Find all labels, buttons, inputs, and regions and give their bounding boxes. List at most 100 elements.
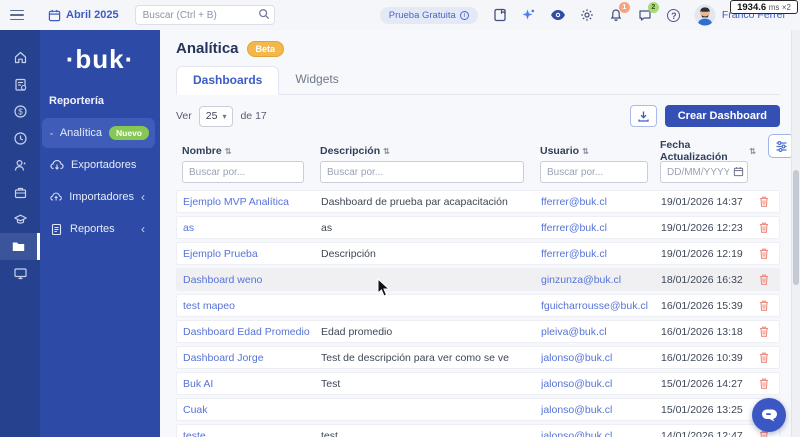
dashboard-description: as <box>321 221 333 234</box>
total-count-label: de 17 <box>240 110 267 122</box>
tab-dashboards[interactable]: Dashboards <box>176 66 280 95</box>
sidebar-item-reportes[interactable]: Reportes ‹ <box>42 214 155 244</box>
dashboard-updated-at: 19/01/2026 12:19 <box>661 247 743 260</box>
ai-sparkle-icon[interactable] <box>521 7 537 23</box>
sidebar-item-analitica[interactable]: Analítica Nuevo <box>42 118 155 148</box>
people-icon[interactable] <box>0 152 40 179</box>
page-size-select[interactable]: 25 ▾ <box>198 105 234 127</box>
home-icon[interactable] <box>0 44 40 71</box>
dashboard-owner-link[interactable]: jalonso@buk.cl <box>541 430 661 437</box>
dashboard-updated-at: 16/01/2026 15:39 <box>661 299 743 312</box>
briefcase-icon[interactable] <box>0 179 40 206</box>
performance-overlay: 1934.6 ms ×2 <box>730 0 798 14</box>
dashboard-owner-link[interactable]: fguicharrousse@buk.cl <box>541 300 661 312</box>
delete-button[interactable] <box>757 377 771 391</box>
search-input[interactable] <box>134 5 275 26</box>
eye-icon[interactable] <box>550 7 566 23</box>
calendar-icon[interactable] <box>733 166 744 177</box>
trial-label: Prueba Gratuita <box>388 9 456 21</box>
table-row[interactable]: Ejemplo MVP Analítica Dashboard de prueb… <box>176 190 780 213</box>
filter-descripcion-input[interactable] <box>320 161 524 183</box>
table-row[interactable]: Ejemplo Prueba Descripción fferrer@buk.c… <box>176 242 780 265</box>
sidebar-item-label: Reportes <box>70 223 115 235</box>
dashboard-owner-link[interactable]: jalonso@buk.cl <box>541 404 661 416</box>
hamburger-menu-icon[interactable] <box>10 9 24 21</box>
notifications-bell-icon[interactable]: 1 <box>608 2 630 23</box>
sort-icon[interactable]: ⇅ <box>225 147 232 156</box>
dashboard-name-link[interactable]: Buk AI <box>183 378 321 390</box>
page-scrollbar[interactable] <box>791 30 800 437</box>
dashboard-name-link[interactable]: test mapeo <box>183 300 321 312</box>
delete-button[interactable] <box>757 221 771 235</box>
clock-icon[interactable] <box>0 125 40 152</box>
delete-button[interactable] <box>757 247 771 261</box>
table-row[interactable]: Dashboard Jorge Test de descripción para… <box>176 346 780 369</box>
sort-icon[interactable]: ⇅ <box>582 147 589 156</box>
scrollbar-thumb[interactable] <box>793 170 799 285</box>
dashboard-name-link[interactable]: Dashboard weno <box>183 274 321 286</box>
module-rail: $ <box>0 30 40 437</box>
dashboard-owner-link[interactable]: fferrer@buk.cl <box>541 222 661 234</box>
filter-usuario-input[interactable] <box>540 161 648 183</box>
create-dashboard-button[interactable]: Crear Dashboard <box>664 105 780 127</box>
dashboard-description: Edad promedio <box>321 325 393 338</box>
dashboard-name-link[interactable]: Dashboard Jorge <box>183 352 321 364</box>
filter-nombre-input[interactable] <box>182 161 304 183</box>
training-icon[interactable] <box>0 206 40 233</box>
table-body: Ejemplo MVP Analítica Dashboard de prueb… <box>176 190 780 437</box>
column-header-nombre[interactable]: Nombre ⇅ <box>182 145 320 157</box>
tasks-icon[interactable] <box>0 71 40 98</box>
table-row[interactable]: Dashboard Edad Promedio Edad promedio pl… <box>176 320 780 343</box>
dashboard-name-link[interactable]: Cuak <box>183 404 321 416</box>
table-row[interactable]: Buk AI Test jalonso@buk.cl 15/01/2026 14… <box>176 372 780 395</box>
monitor-icon[interactable] <box>0 260 40 287</box>
dashboard-name-link[interactable]: Ejemplo Prueba <box>183 248 321 260</box>
dashboard-name-link[interactable]: teste <box>183 430 321 437</box>
trial-badge[interactable]: Prueba Gratuita i <box>379 6 478 24</box>
dashboard-owner-link[interactable]: fferrer@buk.cl <box>541 196 661 208</box>
tabs: Dashboards Widgets <box>176 66 780 95</box>
help-icon[interactable]: ? <box>666 7 682 23</box>
search-icon[interactable] <box>258 8 270 20</box>
money-icon[interactable]: $ <box>0 98 40 125</box>
table-row[interactable]: test mapeo fguicharrousse@buk.cl 16/01/2… <box>176 294 780 317</box>
messages-icon[interactable]: 2 <box>637 2 659 23</box>
table-row[interactable]: Cuak jalonso@buk.cl 15/01/2026 13:25 <box>176 398 780 421</box>
delete-button[interactable] <box>757 325 771 339</box>
dashboard-owner-link[interactable]: fferrer@buk.cl <box>541 248 661 260</box>
dashboard-name-link[interactable]: as <box>183 222 321 234</box>
folder-icon[interactable] <box>0 233 40 260</box>
dashboard-updated-at: 16/01/2026 13:18 <box>661 325 743 338</box>
chat-widget-button[interactable] <box>752 398 786 432</box>
sidebar-item-exportadores[interactable]: Exportadores <box>42 150 155 180</box>
dashboards-table: Nombre ⇅ Descripción ⇅ Usuario ⇅ Fecha Actu… <box>176 134 794 437</box>
dashboard-name-link[interactable]: Ejemplo MVP Analítica <box>183 196 321 208</box>
filter-row <box>176 161 780 183</box>
tab-widgets[interactable]: Widgets <box>279 66 354 94</box>
dashboard-updated-at: 19/01/2026 14:37 <box>661 195 743 208</box>
delete-button[interactable] <box>757 351 771 365</box>
chevron-collapsed-icon[interactable]: ‹ <box>141 222 149 236</box>
dashboard-owner-link[interactable]: jalonso@buk.cl <box>541 378 661 390</box>
period-selector[interactable]: Abril 2025 <box>48 9 119 22</box>
delete-button[interactable] <box>757 273 771 287</box>
column-header-usuario[interactable]: Usuario ⇅ <box>540 145 660 157</box>
column-header-descripcion[interactable]: Descripción ⇅ <box>320 145 540 157</box>
table-row[interactable]: as as fferrer@buk.cl 19/01/2026 12:23 <box>176 216 780 239</box>
delete-button[interactable] <box>757 299 771 313</box>
dashboard-owner-link[interactable]: jalonso@buk.cl <box>541 352 661 364</box>
dashboard-name-link[interactable]: Dashboard Edad Promedio <box>183 326 321 338</box>
download-button[interactable] <box>629 105 657 127</box>
column-header-fecha[interactable]: Fecha Actualización ⇅ <box>660 139 756 163</box>
bookmark-icon[interactable] <box>492 7 508 23</box>
settings-gear-icon[interactable] <box>579 7 595 23</box>
delete-button[interactable] <box>757 195 771 209</box>
sort-icon[interactable]: ⇅ <box>749 147 756 156</box>
sort-icon[interactable]: ⇅ <box>383 147 390 156</box>
table-row[interactable]: Dashboard weno ginzunza@buk.cl 18/01/202… <box>176 268 780 291</box>
dashboard-owner-link[interactable]: pleiva@buk.cl <box>541 326 661 338</box>
dashboard-owner-link[interactable]: ginzunza@buk.cl <box>541 274 661 286</box>
chevron-collapsed-icon[interactable]: ‹ <box>141 190 149 204</box>
table-row[interactable]: teste test jalonso@buk.cl 14/01/2026 12:… <box>176 424 780 437</box>
sidebar-item-importadores[interactable]: Importadores ‹ <box>42 182 155 212</box>
